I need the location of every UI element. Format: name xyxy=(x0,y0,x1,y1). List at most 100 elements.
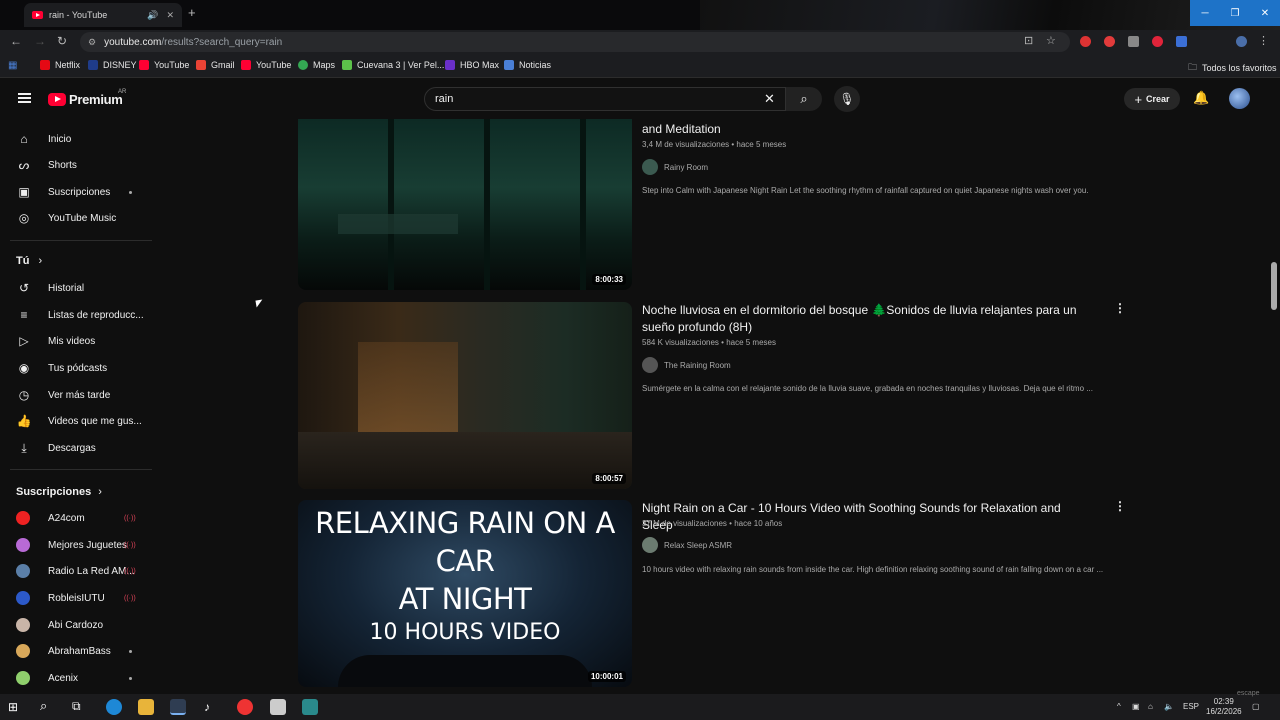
video-title[interactable]: Night Rain on a Car - 10 Hours Video wit… xyxy=(642,500,1092,534)
apps-grid-icon[interactable]: ▦ xyxy=(8,60,17,71)
sidebar-item-playlists[interactable]: ≡ Listas de reproducc... xyxy=(16,305,143,325)
bookmark-item[interactable]: YouTube xyxy=(241,60,291,70)
task-view-icon[interactable]: ⧉ xyxy=(72,699,88,715)
netflix-icon xyxy=(40,60,50,70)
omnibox[interactable]: ⚙ youtube.com /results?search_query=rain xyxy=(80,32,1070,52)
sidebar-item-mis-videos[interactable]: ▷ Mis videos xyxy=(16,331,95,351)
more-options-icon[interactable]: ⋮ xyxy=(1114,499,1126,513)
folder-icon: 🗀 xyxy=(1188,62,1198,72)
subscription-item[interactable]: A24com xyxy=(16,508,85,528)
video-thumbnail[interactable]: 8:00:33 xyxy=(298,119,632,290)
sidebar-item-suscripciones[interactable]: ▣ Suscripciones xyxy=(16,182,110,202)
sidebar-item-descargas[interactable]: ⤓ Descargas xyxy=(16,438,95,458)
bookmark-item[interactable]: DISNEY xyxy=(88,60,137,70)
forward-icon[interactable]: → xyxy=(34,34,46,48)
search-button[interactable]: ⌕ xyxy=(786,87,822,111)
channel-link[interactable]: Relax Sleep ASMR xyxy=(642,537,732,553)
sidebar-item-inicio[interactable]: ⌂ Inicio xyxy=(16,129,71,149)
audio-icon[interactable]: 🔊 xyxy=(147,10,158,21)
extension-adblock-icon[interactable] xyxy=(1080,36,1091,47)
extension-opera-icon[interactable] xyxy=(1152,36,1163,47)
sidebar-item-liked-videos[interactable]: 👍 Videos que me gus... xyxy=(16,411,142,431)
close-window-icon[interactable]: ✕ xyxy=(1250,0,1280,26)
sidebar-item-shorts[interactable]: ᔕ Shorts xyxy=(16,155,77,175)
app-teal-icon[interactable] xyxy=(302,699,318,715)
bookmark-item[interactable]: Netflix xyxy=(40,60,80,70)
sidebar-item-ver-mas-tarde[interactable]: ◷ Ver más tarde xyxy=(16,385,111,405)
you-heading[interactable]: Tú › xyxy=(16,255,42,267)
maximize-icon[interactable]: ❐ xyxy=(1220,0,1250,26)
tiktok-icon[interactable]: ♪ xyxy=(204,700,220,716)
bookmark-item[interactable]: Noticias xyxy=(504,60,551,70)
subscription-item[interactable]: Mejores Juguetes xyxy=(16,535,127,555)
windows-start-icon[interactable]: ⊞ xyxy=(8,700,24,716)
chrome-icon[interactable] xyxy=(170,699,186,715)
edge-icon[interactable] xyxy=(106,699,122,715)
podcasts-icon: ◉ xyxy=(18,361,30,375)
bookmark-item[interactable]: Gmail xyxy=(196,60,235,70)
tray-chevron-icon[interactable]: ^ xyxy=(1117,702,1121,711)
browser-tab[interactable]: rain - YouTube 🔊 ✕ xyxy=(24,3,182,27)
profile-icon[interactable] xyxy=(1236,36,1247,47)
extensions-puzzle-icon[interactable] xyxy=(1176,36,1187,47)
extension-gray-icon[interactable] xyxy=(1128,36,1139,47)
video-thumbnail[interactable]: 8:00:57 xyxy=(298,302,632,489)
bookmark-star-icon[interactable]: ☆ xyxy=(1046,34,1056,47)
site-info-icon[interactable]: ⚙ xyxy=(88,37,96,48)
subscription-item[interactable]: Abi Cardozo xyxy=(16,615,103,635)
bookmark-item[interactable]: YouTube xyxy=(139,60,189,70)
new-tab-icon[interactable]: + xyxy=(188,5,196,20)
bookmark-item[interactable]: Cuevana 3 | Ver Pel... xyxy=(342,60,444,70)
video-title[interactable]: and Meditation xyxy=(642,121,1092,138)
install-icon[interactable]: ⊡ xyxy=(1024,34,1033,47)
news-icon xyxy=(504,60,514,70)
network-icon[interactable]: ⌂ xyxy=(1148,702,1153,711)
search-icon[interactable]: ⌕ xyxy=(40,698,56,714)
page-scrollbar[interactable] xyxy=(1271,262,1277,310)
reload-icon[interactable]: ↻ xyxy=(57,34,67,48)
live-icon: ((·)) xyxy=(124,595,136,602)
channel-link[interactable]: The Raining Room xyxy=(642,357,731,373)
clear-search-icon[interactable]: ✕ xyxy=(764,91,775,107)
divider xyxy=(10,469,152,470)
notifications-bell-icon[interactable]: 🔔 xyxy=(1193,90,1209,106)
search-input[interactable]: rain xyxy=(424,87,786,111)
minimize-icon[interactable]: ─ xyxy=(1190,0,1220,26)
app-red-icon[interactable] xyxy=(237,699,253,715)
channel-link[interactable]: Rainy Room xyxy=(642,159,708,175)
video-title[interactable]: Noche lluviosa en el dormitorio del bosq… xyxy=(642,302,1092,336)
all-favorites[interactable]: 🗀 Todos los favoritos xyxy=(1188,60,1277,76)
youtube-premium-logo[interactable]: Premium AR xyxy=(48,89,126,107)
sidebar-item-historial[interactable]: ↺ Historial xyxy=(16,278,84,298)
sidebar-item-podcasts[interactable]: ◉ Tus pódcasts xyxy=(16,358,107,378)
subscriptions-heading[interactable]: Suscripciones › xyxy=(16,486,102,498)
more-options-icon[interactable]: ⋮ xyxy=(1114,301,1126,315)
bookmark-item[interactable]: Maps xyxy=(298,60,335,70)
system-clock[interactable]: 02:39 16/2/2026 xyxy=(1206,697,1242,717)
subscription-item[interactable]: Acenix xyxy=(16,668,78,688)
live-icon: ((·)) xyxy=(124,515,136,522)
back-icon[interactable]: ← xyxy=(10,34,22,48)
extension-red-icon[interactable] xyxy=(1104,36,1115,47)
video-thumbnail[interactable]: RELAXING RAIN ON A CAR AT NIGHT 10 HOURS… xyxy=(298,500,632,687)
hamburger-menu-icon[interactable] xyxy=(18,93,31,103)
volume-icon[interactable]: 🔈 xyxy=(1164,702,1174,711)
subscription-item[interactable]: RobleisIUTU xyxy=(16,588,105,608)
account-avatar[interactable] xyxy=(1229,88,1250,109)
sidebar-item-youtube-music[interactable]: ◎ YouTube Music xyxy=(16,208,116,228)
subscription-item[interactable]: AbrahamBass xyxy=(16,641,111,661)
bookmark-item[interactable]: HBO Max xyxy=(445,60,499,70)
subscription-item[interactable]: Radio La Red AM... xyxy=(16,561,135,581)
voice-search-button[interactable]: 🎙 xyxy=(834,86,860,112)
create-button[interactable]: + Crear xyxy=(1124,88,1180,110)
video-meta: 3,4 M de visualizaciones • hace 5 meses xyxy=(642,140,787,149)
language-indicator[interactable]: ESP xyxy=(1183,702,1199,711)
menu-dots-icon[interactable]: ⋮ xyxy=(1258,34,1269,47)
app-gray-icon[interactable] xyxy=(270,699,286,715)
tray-icon[interactable]: ▣ xyxy=(1132,702,1140,711)
file-explorer-icon[interactable] xyxy=(138,699,154,715)
video-duration: 8:00:33 xyxy=(592,274,626,285)
close-tab-icon[interactable]: ✕ xyxy=(166,10,174,21)
notifications-icon[interactable]: ▢ xyxy=(1252,702,1260,711)
channel-avatar xyxy=(16,644,30,658)
